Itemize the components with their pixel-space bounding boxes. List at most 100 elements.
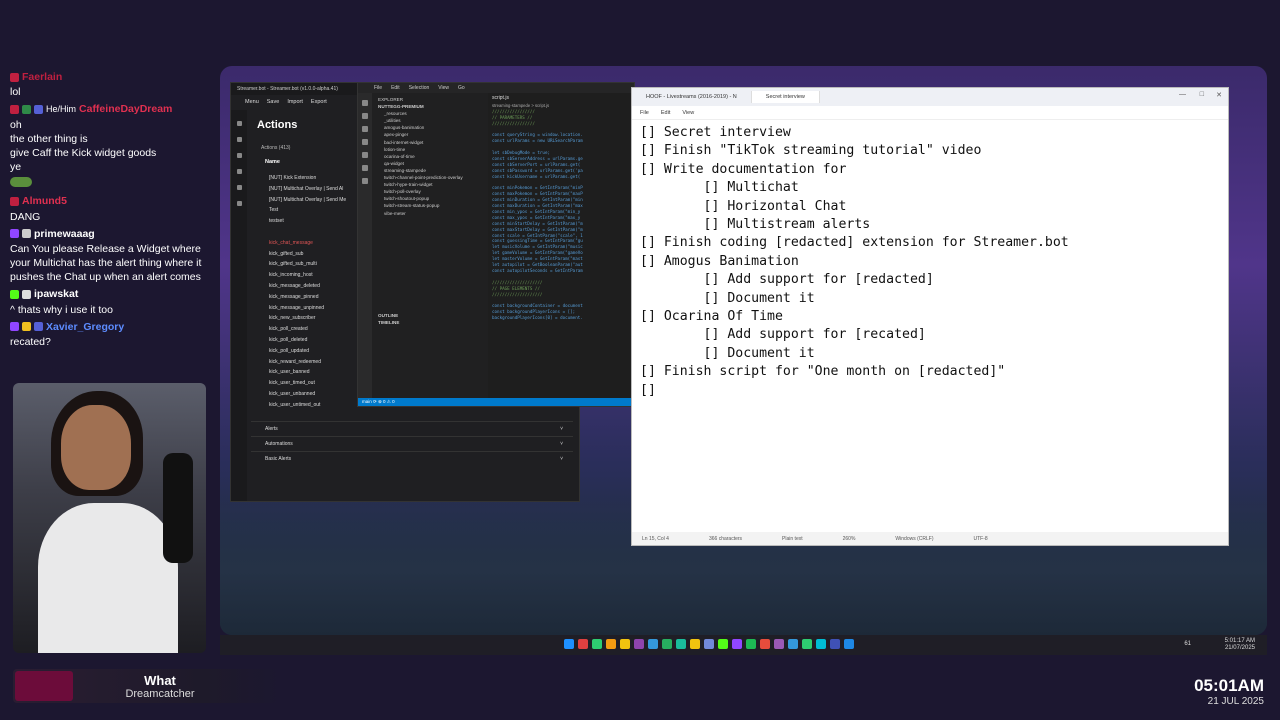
menu-bar: File Edit Selection View Go — [358, 83, 634, 93]
folder-item[interactable]: vibe-meter — [378, 211, 482, 218]
taskbar-app-icon[interactable] — [788, 639, 798, 649]
folder-item[interactable]: twitch-stream-status-popup — [378, 203, 482, 210]
chevron-down-icon[interactable]: ˅ — [560, 426, 563, 436]
menu-item[interactable]: View — [682, 110, 694, 116]
album-art — [15, 671, 73, 701]
taskbar-app-icon[interactable] — [592, 639, 602, 649]
chevron-down-icon[interactable]: ˅ — [560, 456, 563, 466]
group-header[interactable]: Alerts ˅ — [251, 420, 573, 436]
chat-username: Xavier_Gregory — [46, 320, 125, 333]
toolbar-button-import[interactable]: Import — [287, 99, 303, 105]
taskbar-app-icon[interactable] — [634, 639, 644, 649]
vscode-window[interactable]: File Edit Selection View Go EXPLORER NUTTEGG-… — [357, 82, 635, 407]
folder-item[interactable]: twitch-poll-overlay — [378, 189, 482, 196]
menu-item[interactable]: Selection — [409, 85, 430, 91]
chat-text: lol — [10, 86, 21, 99]
badge-icon — [22, 229, 31, 239]
taskbar-app-icon[interactable] — [718, 639, 728, 649]
taskbar-app-icon[interactable] — [662, 639, 672, 649]
menu-item[interactable]: View — [438, 85, 449, 91]
taskbar-app-icon[interactable] — [620, 639, 630, 649]
folder-item[interactable]: twitch-channel-point-prediction-overlay — [378, 175, 482, 182]
folder-item[interactable]: twitch-hype-train-widget — [378, 182, 482, 189]
folder-item[interactable]: amogus-banimation — [378, 125, 482, 132]
activity-icon[interactable] — [362, 165, 368, 171]
outline-section[interactable]: OUTLINE — [378, 313, 482, 320]
chevron-down-icon[interactable]: ˅ — [560, 441, 563, 451]
notepad-window[interactable]: HOOF - Livestreams (2016-2019) - N Secret… — [631, 87, 1229, 546]
group-header[interactable]: Basic Alerts ˅ — [251, 450, 573, 466]
nav-icon[interactable] — [236, 185, 242, 190]
taskbar-app-icon[interactable] — [676, 639, 686, 649]
folder-item[interactable]: ocarina-of-time — [378, 154, 482, 161]
taskbar-app-icon[interactable] — [690, 639, 700, 649]
tab-script-js[interactable]: script.js — [492, 95, 630, 103]
taskbar-app-icon[interactable] — [732, 639, 742, 649]
tab-notepad[interactable]: HOOF - Livestreams (2016-2019) - N — [632, 91, 752, 103]
taskbar-app-icon[interactable] — [844, 639, 854, 649]
activity-icon[interactable] — [362, 100, 368, 106]
folder-item[interactable]: apex-pinger — [378, 132, 482, 139]
activity-icon[interactable] — [362, 152, 368, 158]
taskbar-app-icon[interactable] — [746, 639, 756, 649]
taskbar-app-icon[interactable] — [704, 639, 714, 649]
activity-icon[interactable] — [362, 113, 368, 119]
text-editor[interactable]: [] Secret interview [] Finish "TikTok str… — [632, 120, 1228, 404]
nav-icon[interactable] — [236, 137, 242, 142]
now-playing-widget: What Dreamcatcher — [13, 669, 283, 703]
taskbar-app-icon[interactable] — [606, 639, 616, 649]
menu-item[interactable]: Edit — [391, 85, 400, 91]
taskbar-app-icon[interactable] — [760, 639, 770, 649]
folder-item[interactable]: _utilities — [378, 118, 482, 125]
toolbar-button-export[interactable]: Export — [311, 99, 327, 105]
status-item: 260% — [842, 535, 856, 542]
code-editor[interactable]: script.js streaming-stampede > script.js /… — [488, 93, 634, 398]
nav-icon[interactable] — [236, 169, 242, 174]
badge-icon — [10, 72, 19, 82]
badge-icon — [10, 104, 19, 114]
tab-notepad[interactable]: Secret interview — [751, 91, 820, 103]
group-list: Alerts ˅ Automations ˅ Basic Alerts ˅ — [251, 420, 573, 466]
menu-item[interactable]: Go — [458, 85, 465, 91]
folder-item[interactable]: lotion-time — [378, 147, 482, 154]
toolbar-button-menu[interactable]: Menu — [245, 99, 259, 105]
folder-item[interactable]: streaming-stampede — [378, 168, 482, 175]
maximize-icon[interactable]: □ — [1200, 91, 1204, 98]
menu-item[interactable]: Edit — [661, 110, 670, 116]
taskbar-app-icon[interactable] — [830, 639, 840, 649]
folder-item[interactable]: bad-internet-widget — [378, 140, 482, 147]
timeline-section[interactable]: TIMELINE — [378, 320, 482, 327]
minimize-icon[interactable]: — — [1179, 91, 1186, 98]
chat-user: Almund5 — [10, 194, 210, 208]
chat-message: He/Him CaffeineDayDream oh the other thing… — [10, 102, 210, 174]
badge-icon — [22, 104, 31, 114]
folder-item[interactable]: twitch-shoutout-popup — [378, 196, 482, 203]
taskbar-app-icon[interactable] — [578, 639, 588, 649]
group-label: Alerts — [265, 425, 278, 432]
group-header[interactable]: Automations ˅ — [251, 435, 573, 451]
folder-item[interactable]: _resources — [378, 111, 482, 118]
taskbar-app-icon[interactable] — [648, 639, 658, 649]
menu-item[interactable]: File — [374, 85, 382, 91]
text-line: [] Write documentation for — [640, 161, 847, 177]
activity-bar[interactable] — [358, 93, 372, 398]
nav-icon[interactable] — [236, 201, 242, 206]
close-icon[interactable]: ✕ — [1216, 91, 1222, 99]
project-folder[interactable]: NUTTEGG-PREMIUM — [378, 104, 482, 111]
taskbar-app-icon[interactable] — [564, 639, 574, 649]
chat-overlay: Faerlain lol He/Him CaffeineDayDream oh the … — [10, 70, 210, 352]
taskbar-app-icon[interactable] — [816, 639, 826, 649]
menu-item[interactable]: File — [640, 110, 649, 116]
text-line: [] Multichat — [640, 180, 799, 196]
toolbar-button-save[interactable]: Save — [267, 99, 280, 105]
activity-icon[interactable] — [362, 139, 368, 145]
activity-icon[interactable] — [362, 126, 368, 132]
nav-icon[interactable] — [236, 121, 242, 126]
tray-clock[interactable]: 5:01:17 AM 21/07/2025 — [1225, 638, 1255, 652]
nav-icon[interactable] — [236, 153, 242, 158]
text-line: [] Document it — [640, 345, 815, 361]
activity-icon[interactable] — [362, 178, 368, 184]
taskbar-app-icon[interactable] — [774, 639, 784, 649]
folder-item[interactable]: qa-widget — [378, 161, 482, 168]
taskbar-app-icon[interactable] — [802, 639, 812, 649]
